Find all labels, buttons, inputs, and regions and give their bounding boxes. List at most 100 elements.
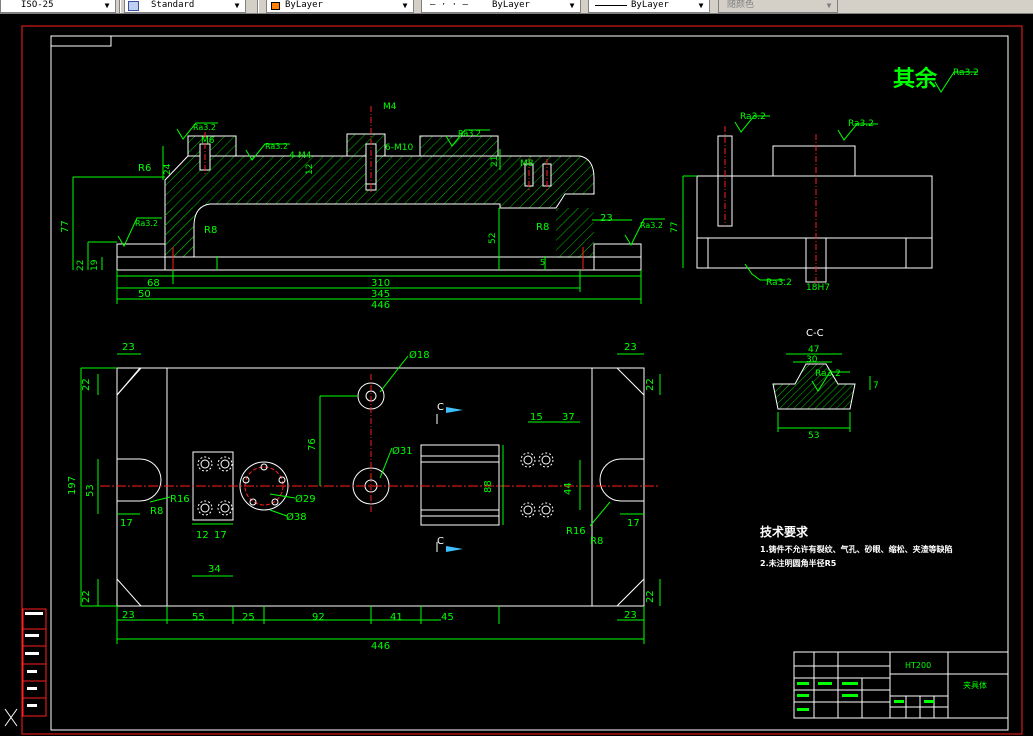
dim-label: 25 [242, 612, 255, 623]
dim-label: R8 [536, 222, 549, 233]
side-view-dims [682, 115, 878, 281]
dim-label: 53 [808, 431, 819, 441]
part-name-label: 夹具体 [963, 680, 987, 690]
dim-label: 446 [371, 300, 390, 311]
dim-label: R8 [204, 225, 217, 236]
dim-label: R6 [138, 163, 151, 174]
dim-label: Ø38 [286, 511, 307, 523]
dim-label: 77 [60, 220, 71, 233]
dim-label: 77 [670, 222, 680, 233]
chevron-down-icon: ▼ [698, 1, 704, 10]
dimstyle-dropdown[interactable]: ISO-25 ▼ [0, 0, 116, 13]
general-roughness-note: 其余 Ra3.2 [893, 66, 979, 93]
dim-label: 34 [208, 564, 221, 575]
color-swatch-icon [271, 2, 280, 10]
dim-label: 47 [808, 345, 819, 355]
color-dropdown[interactable]: ByLayer ▼ [266, 0, 414, 13]
chevron-down-icon: ▼ [826, 1, 832, 10]
dim-label: 22 [645, 378, 656, 391]
sheet-border [21, 25, 1023, 735]
dim-label: 12 [305, 164, 315, 175]
dim-label: 23 [624, 610, 637, 621]
dim-label: 12 [196, 530, 209, 541]
plotstyle-dropdown[interactable]: 随颜色 ▼ [718, 0, 838, 13]
roughness-label: Ra3.2 [640, 221, 663, 230]
roughness-label: Ra3.2 [740, 112, 766, 122]
roughness-general-label: 其余 [893, 66, 938, 92]
roughness-label: Ra3.2 [458, 129, 481, 138]
linetype-value: ByLayer [492, 0, 530, 10]
chevron-down-icon: ▼ [104, 1, 110, 10]
dim-label: 55 [192, 612, 205, 623]
linetype-preview: — · · — [430, 0, 468, 10]
dim-label: 18H7 [806, 283, 830, 293]
toolbar-separator [119, 0, 121, 13]
dim-label: M8 [520, 159, 534, 169]
dim-label: 197 [67, 476, 78, 495]
dim-label: 23 [624, 342, 637, 353]
section-cc: C-C 47 30 7 53 Ra3.2 [772, 328, 879, 441]
plotstyle-value: 随颜色 [727, 0, 755, 10]
dim-label: 17 [120, 518, 133, 529]
toolbar-separator [257, 0, 259, 13]
material-label: HT200 [905, 661, 931, 670]
dim-label: 52 [488, 233, 498, 244]
side-view [696, 126, 933, 289]
dim-label: 23 [600, 213, 613, 224]
dim-label: 30 [806, 355, 818, 365]
dim-label: 53 [85, 484, 96, 497]
roughness-label: Ra3.2 [265, 142, 288, 151]
dim-label: 22 [645, 590, 656, 603]
drawing-canvas[interactable]: R6 R8 R8 M6 M4 4-M4 6-M10 M8 24 12 21 77… [0, 14, 1033, 736]
dim-label: 41 [390, 612, 403, 623]
textstyle-dropdown[interactable]: Standard ▼ [124, 0, 246, 13]
frame-tag [50, 35, 112, 47]
dim-label: 19 [90, 259, 100, 271]
lineweight-dropdown[interactable]: ByLayer ▼ [588, 0, 710, 13]
dim-label: 23 [122, 342, 135, 353]
dim-label: 92 [312, 612, 325, 623]
dim-label: R16 [566, 526, 586, 537]
dim-label: 7 [873, 381, 879, 391]
section-mark: C [437, 402, 444, 413]
roughness-label: Ra3.2 [766, 278, 792, 288]
tech-req-title: 技术要求 [760, 524, 809, 539]
dim-label: 5 [540, 258, 545, 267]
lineweight-value: ByLayer [631, 0, 669, 10]
chevron-down-icon: ▼ [234, 1, 240, 10]
section-mark: C [437, 536, 444, 547]
dim-label: Ø29 [295, 493, 316, 505]
ucs-icon [4, 708, 18, 727]
textstyle-value: Standard [151, 0, 195, 10]
roughness-label: Ra3.2 [848, 119, 874, 129]
dim-label: 310 [371, 278, 390, 289]
dim-label: 446 [371, 641, 390, 652]
dim-label: 76 [307, 438, 318, 451]
dim-label: M6 [201, 136, 215, 146]
section-title: C-C [806, 328, 824, 339]
properties-toolbar: ISO-25 ▼ Standard ▼ ByLayer ▼ — · · — By… [0, 0, 1033, 14]
dim-label: 24 [163, 163, 173, 175]
dim-label: 21 [490, 156, 500, 167]
top-view [100, 367, 660, 607]
dim-label: 17 [214, 530, 227, 541]
dim-label: 37 [562, 412, 575, 423]
dimstyle-value: ISO-25 [21, 0, 54, 10]
technical-requirements: 技术要求 1.铸件不允许有裂纹、气孔、砂眼、缩松、夹渣等缺陷 2.未注明圆角半径… [760, 524, 953, 568]
roughness-label: Ra3.2 [815, 369, 841, 379]
dim-label: 45 [441, 612, 454, 623]
dim-label: 17 [627, 518, 640, 529]
tech-req-line: 1.铸件不允许有裂纹、气孔、砂眼、缩松、夹渣等缺陷 [760, 544, 953, 554]
linetype-dropdown[interactable]: — · · — ByLayer ▼ [421, 0, 581, 13]
roughness-label: Ra3.2 [135, 219, 158, 228]
title-block: HT200 夹具体 [793, 651, 1009, 719]
dim-label: Ø18 [409, 349, 430, 361]
dim-label: R8 [150, 506, 163, 517]
dim-label: 4-M4 [289, 151, 312, 161]
dim-label: 6-M10 [385, 143, 413, 153]
lineweight-preview-icon [595, 5, 627, 6]
dim-label: 22 [81, 378, 92, 391]
color-value: ByLayer [285, 0, 323, 10]
dim-label: 15 [530, 412, 543, 423]
dim-label: R16 [170, 494, 190, 505]
